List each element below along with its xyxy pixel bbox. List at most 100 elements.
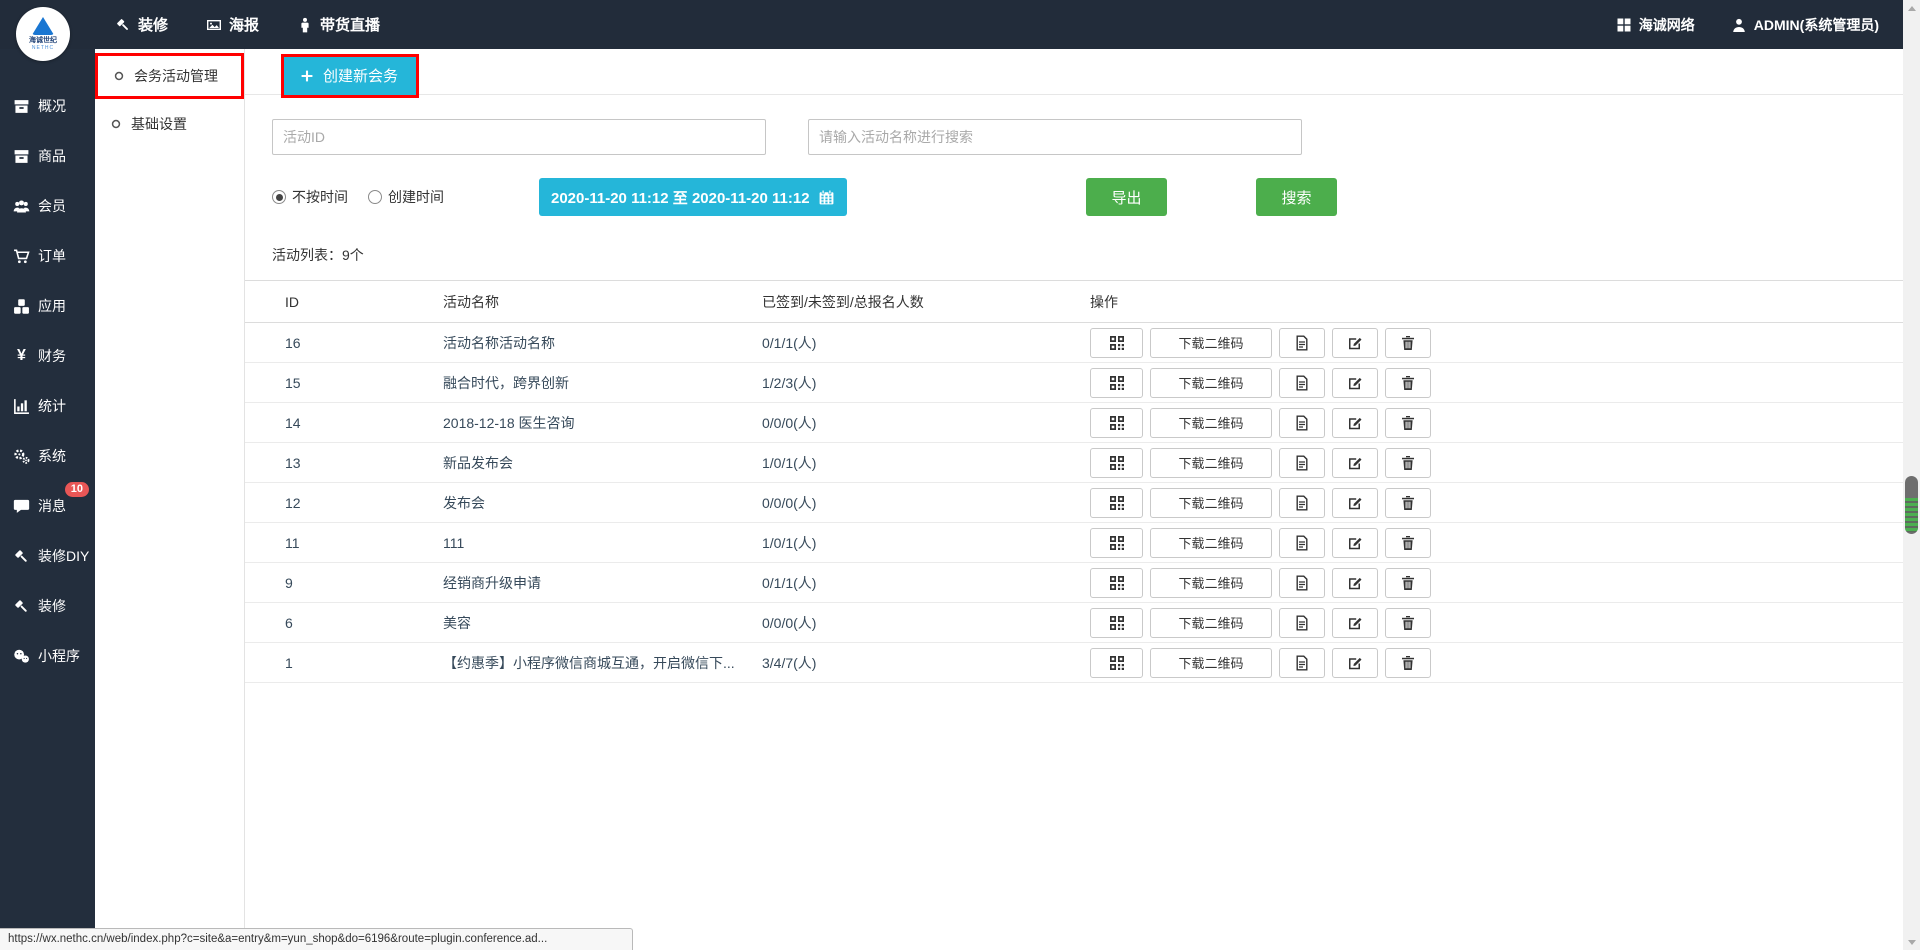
edit-button[interactable] bbox=[1332, 608, 1378, 638]
date-range-button[interactable]: 2020-11-20 11:12 至 2020-11-20 11:12 bbox=[539, 178, 847, 216]
cell-signin-count: 0/0/0(人) bbox=[762, 493, 1090, 513]
download-qr-button[interactable]: 下载二维码 bbox=[1150, 448, 1272, 478]
download-qr-button[interactable]: 下载二维码 bbox=[1150, 568, 1272, 598]
qr-code-button[interactable] bbox=[1090, 568, 1143, 598]
scrollbar-down-arrow[interactable] bbox=[1903, 934, 1920, 950]
delete-button[interactable] bbox=[1385, 488, 1431, 518]
topbar-item-海诚网络[interactable]: 海诚网络 bbox=[1616, 15, 1695, 35]
edit-button[interactable] bbox=[1332, 368, 1378, 398]
detail-file-button[interactable] bbox=[1279, 648, 1325, 678]
delete-button[interactable] bbox=[1385, 328, 1431, 358]
download-qr-button[interactable]: 下载二维码 bbox=[1150, 528, 1272, 558]
radio-create-time[interactable]: 创建时间 bbox=[368, 187, 444, 207]
topbar-item-海报[interactable]: 海报 bbox=[206, 14, 259, 35]
search-button[interactable]: 搜索 bbox=[1256, 178, 1337, 216]
edit-button[interactable] bbox=[1332, 408, 1378, 438]
topbar-item-ADMIN(系统管理员)[interactable]: ADMIN(系统管理员) bbox=[1731, 15, 1879, 35]
gavel-icon bbox=[115, 17, 131, 33]
sidebar-item-统计[interactable]: 统计 bbox=[0, 381, 95, 431]
qr-code-button[interactable] bbox=[1090, 488, 1143, 518]
detail-file-button[interactable] bbox=[1279, 608, 1325, 638]
qr-code-icon bbox=[1109, 655, 1125, 671]
detail-file-button[interactable] bbox=[1279, 568, 1325, 598]
edit-button[interactable] bbox=[1332, 568, 1378, 598]
export-button[interactable]: 导出 bbox=[1086, 178, 1167, 216]
trash-icon bbox=[1400, 615, 1416, 631]
edit-button[interactable] bbox=[1332, 328, 1378, 358]
edit-button[interactable] bbox=[1332, 488, 1378, 518]
qr-code-button[interactable] bbox=[1090, 528, 1143, 558]
qr-code-button[interactable] bbox=[1090, 448, 1143, 478]
create-conference-button[interactable]: 创建新会务 bbox=[284, 57, 416, 95]
file-icon bbox=[1294, 575, 1310, 591]
user-icon bbox=[1731, 17, 1747, 33]
cell-signin-count: 1/0/1(人) bbox=[762, 453, 1090, 473]
edit-button[interactable] bbox=[1332, 528, 1378, 558]
sidebar-item-应用[interactable]: 应用 bbox=[0, 281, 95, 331]
scrollbar-thumb[interactable] bbox=[1905, 476, 1918, 534]
table-row: 6 美容 0/0/0(人) 下载二维码 bbox=[245, 603, 1903, 643]
submenu-item-conference-management[interactable]: 会务活动管理 bbox=[98, 56, 241, 96]
radio-no-time[interactable]: 不按时间 bbox=[272, 187, 348, 207]
sidebar-item-装修[interactable]: 装修 bbox=[0, 581, 95, 631]
cell-activity-id: 12 bbox=[285, 495, 443, 511]
delete-button[interactable] bbox=[1385, 608, 1431, 638]
sidebar-item-label: 财务 bbox=[38, 346, 66, 366]
topmenu-item-label: 装修 bbox=[138, 14, 168, 35]
delete-button[interactable] bbox=[1385, 648, 1431, 678]
scrollbar-up-arrow[interactable] bbox=[1903, 0, 1920, 16]
sidebar-item-消息[interactable]: 消息 10 bbox=[0, 481, 95, 531]
sidebar-item-订单[interactable]: 订单 bbox=[0, 231, 95, 281]
file-icon bbox=[1294, 455, 1310, 471]
delete-button[interactable] bbox=[1385, 528, 1431, 558]
download-qr-button[interactable]: 下载二维码 bbox=[1150, 488, 1272, 518]
delete-button[interactable] bbox=[1385, 448, 1431, 478]
topbar-item-装修[interactable]: 装修 bbox=[115, 14, 168, 35]
edit-icon bbox=[1347, 575, 1363, 591]
activity-name-search-input[interactable] bbox=[808, 119, 1302, 155]
download-qr-button[interactable]: 下载二维码 bbox=[1150, 608, 1272, 638]
miniprogram-wechat-icon bbox=[13, 648, 30, 665]
qr-code-button[interactable] bbox=[1090, 408, 1143, 438]
download-qr-button[interactable]: 下载二维码 bbox=[1150, 408, 1272, 438]
delete-button[interactable] bbox=[1385, 408, 1431, 438]
app-logo[interactable]: 海诚世纪 NETHC bbox=[16, 7, 70, 61]
activity-id-input[interactable] bbox=[272, 119, 766, 155]
download-qr-button[interactable]: 下载二维码 bbox=[1150, 368, 1272, 398]
download-qr-button[interactable]: 下载二维码 bbox=[1150, 328, 1272, 358]
qr-code-button[interactable] bbox=[1090, 608, 1143, 638]
edit-button[interactable] bbox=[1332, 648, 1378, 678]
sidebar-item-小程序[interactable]: 小程序 bbox=[0, 631, 95, 681]
cell-activity-id: 16 bbox=[285, 335, 443, 351]
submenu-item-basic-settings[interactable]: 基础设置 bbox=[95, 104, 244, 144]
page-scrollbar[interactable] bbox=[1903, 0, 1920, 950]
table-row: 15 融合时代，跨界创新 1/2/3(人) 下载二维码 bbox=[245, 363, 1903, 403]
delete-button[interactable] bbox=[1385, 368, 1431, 398]
sidebar-item-概况[interactable]: 概况 bbox=[0, 81, 95, 131]
qr-code-button[interactable] bbox=[1090, 328, 1143, 358]
qr-code-button[interactable] bbox=[1090, 648, 1143, 678]
edit-button[interactable] bbox=[1332, 448, 1378, 478]
sidebar-item-财务[interactable]: ¥ 财务 bbox=[0, 331, 95, 381]
detail-file-button[interactable] bbox=[1279, 408, 1325, 438]
sidebar-item-会员[interactable]: 会员 bbox=[0, 181, 95, 231]
detail-file-button[interactable] bbox=[1279, 328, 1325, 358]
topmenu-item-label: 带货直播 bbox=[320, 14, 380, 35]
sidebar-item-系统[interactable]: 系统 bbox=[0, 431, 95, 481]
detail-file-button[interactable] bbox=[1279, 488, 1325, 518]
detail-file-button[interactable] bbox=[1279, 528, 1325, 558]
topbar-item-带货直播[interactable]: 带货直播 bbox=[297, 14, 380, 35]
download-qr-button[interactable]: 下载二维码 bbox=[1150, 648, 1272, 678]
topmenu-item-label: ADMIN(系统管理员) bbox=[1754, 15, 1879, 35]
detail-file-button[interactable] bbox=[1279, 448, 1325, 478]
trash-icon bbox=[1400, 575, 1416, 591]
topbar-menu: 装修 海报 带货直播 bbox=[115, 14, 380, 35]
detail-file-button[interactable] bbox=[1279, 368, 1325, 398]
qr-code-button[interactable] bbox=[1090, 368, 1143, 398]
sidebar-item-商品[interactable]: 商品 bbox=[0, 131, 95, 181]
table-row: 13 新品发布会 1/0/1(人) 下载二维码 bbox=[245, 443, 1903, 483]
cell-activity-name: 经销商升级申请 bbox=[443, 573, 762, 593]
delete-button[interactable] bbox=[1385, 568, 1431, 598]
sidebar-item-装修DIY[interactable]: 装修DIY bbox=[0, 531, 95, 581]
sidebar-item-label: 系统 bbox=[38, 446, 66, 466]
